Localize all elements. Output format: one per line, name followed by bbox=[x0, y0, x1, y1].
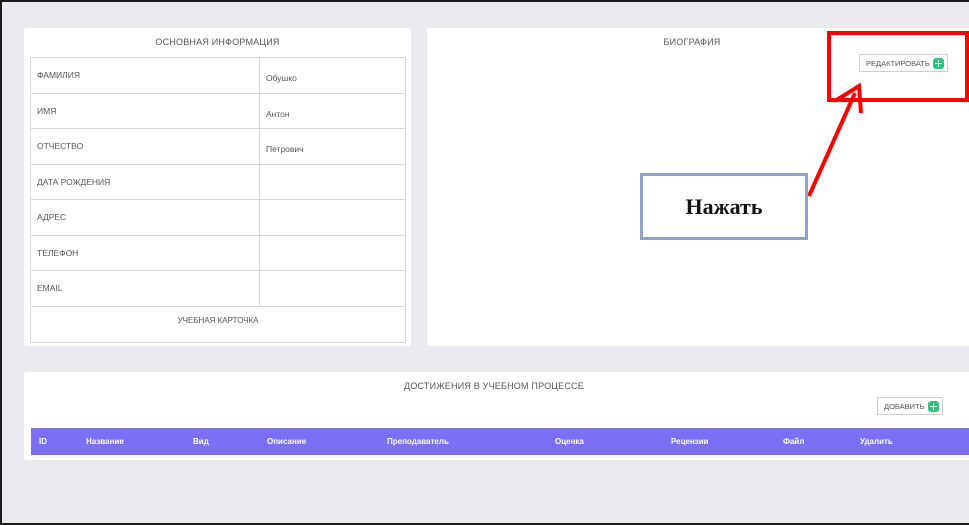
field-label-name: ИМЯ bbox=[30, 92, 260, 129]
biography-card: БИОГРАФИЯ РЕДАКТИРОВАТЬ Нажать bbox=[427, 28, 969, 346]
table-row: ТЕЛЕФОН bbox=[30, 234, 406, 271]
table-row: АДРЕС bbox=[30, 199, 406, 236]
field-label-address: АДРЕС bbox=[30, 199, 260, 236]
arrow-shaft bbox=[807, 92, 857, 197]
field-value-patronymic: Петрович bbox=[259, 128, 406, 165]
screen-frame: ОСНОВНАЯ ИНФОРМАЦИЯ ФАМИЛИЯ Обушко ИМЯ А… bbox=[0, 0, 969, 525]
callout-box: Нажать bbox=[640, 173, 808, 240]
callout-text: Нажать bbox=[685, 193, 763, 219]
field-value-surname: Обушко bbox=[259, 57, 406, 94]
table-row: ДАТА РОЖДЕНИЯ bbox=[30, 163, 406, 200]
plus-square-icon bbox=[927, 400, 939, 412]
field-label-email: EMAIL bbox=[30, 270, 260, 307]
achievements-title: ДОСТИЖЕНИЯ В УЧЕБНОМ ПРОЦЕССЕ bbox=[404, 381, 584, 391]
column-header-name[interactable]: Название bbox=[86, 437, 124, 446]
field-value-email bbox=[259, 270, 406, 307]
field-value-address bbox=[259, 199, 406, 236]
achievements-card: ДОСТИЖЕНИЯ В УЧЕБНОМ ПРОЦЕССЕ ДОБАВИТЬ I… bbox=[24, 372, 969, 460]
column-header-file[interactable]: Файл bbox=[783, 437, 804, 446]
field-label-birthdate: ДАТА РОЖДЕНИЯ bbox=[30, 163, 260, 200]
table-row: ФАМИЛИЯ Обушко bbox=[30, 57, 406, 94]
field-label-phone: ТЕЛЕФОН bbox=[30, 234, 260, 271]
field-label-patronymic: ОТЧЕСТВО bbox=[30, 128, 260, 165]
table-row: ОТЧЕСТВО Петрович bbox=[30, 128, 406, 165]
main-info-title: ОСНОВНАЯ ИНФОРМАЦИЯ bbox=[155, 37, 280, 47]
field-value-name: Антон bbox=[259, 92, 406, 129]
main-info-card: ОСНОВНАЯ ИНФОРМАЦИЯ ФАМИЛИЯ Обушко ИМЯ А… bbox=[24, 28, 411, 346]
table-row: ИМЯ Антон bbox=[30, 92, 406, 129]
value-text: Петрович bbox=[266, 144, 304, 155]
study-card-link[interactable]: УЧЕБНАЯ КАРТОЧКА bbox=[30, 305, 406, 343]
column-header-type[interactable]: Вид bbox=[193, 437, 209, 446]
column-header-grade[interactable]: Оценка bbox=[555, 437, 584, 446]
column-header-id[interactable]: ID bbox=[39, 437, 47, 446]
value-text: Антон bbox=[266, 108, 290, 119]
column-header-description[interactable]: Описание bbox=[267, 437, 306, 446]
table-row: EMAIL bbox=[30, 270, 406, 307]
field-label-surname: ФАМИЛИЯ bbox=[30, 57, 260, 94]
value-text: Обушко bbox=[266, 73, 297, 84]
field-value-phone bbox=[259, 234, 406, 271]
column-header-teacher[interactable]: Преподаватель bbox=[387, 437, 449, 446]
add-button-label: ДОБАВИТЬ bbox=[884, 401, 925, 411]
main-info-table: ФАМИЛИЯ Обушко ИМЯ Антон ОТЧЕСТВО Петров… bbox=[30, 57, 406, 343]
column-header-delete[interactable]: Удалить bbox=[860, 437, 893, 446]
achievements-table-header: ID Название Вид Описание Преподаватель О… bbox=[31, 428, 969, 455]
column-header-reviews[interactable]: Рецензии bbox=[671, 437, 709, 446]
table-row: УЧЕБНАЯ КАРТОЧКА bbox=[30, 305, 406, 343]
add-achievement-button[interactable]: ДОБАВИТЬ bbox=[877, 397, 943, 415]
field-value-birthdate bbox=[259, 163, 406, 200]
